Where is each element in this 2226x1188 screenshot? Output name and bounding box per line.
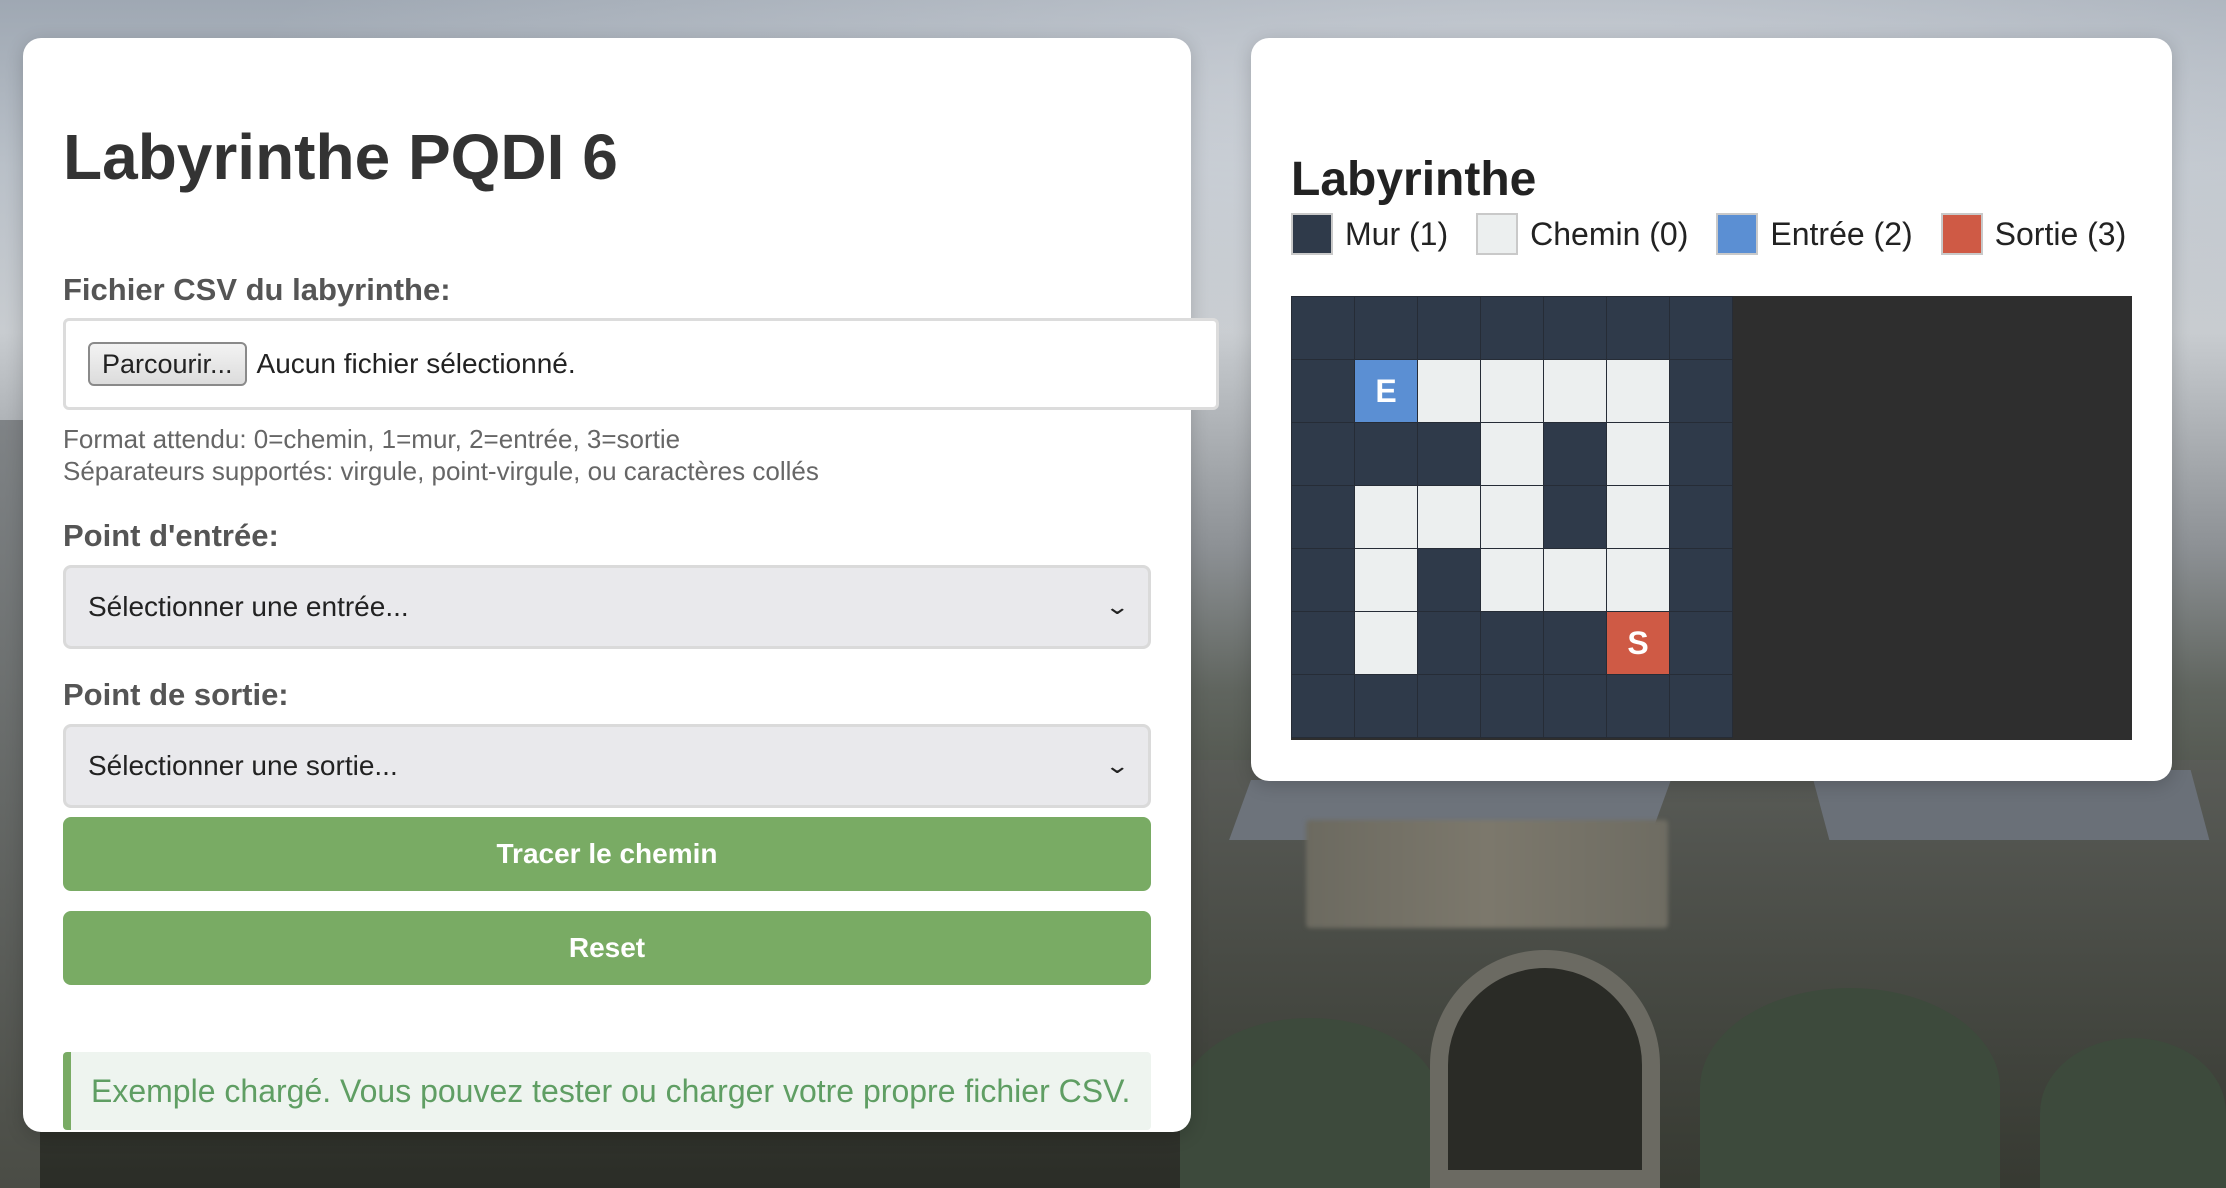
maze-cell-wall bbox=[1292, 675, 1354, 737]
trace-path-button[interactable]: Tracer le chemin bbox=[63, 817, 1151, 891]
maze-cell-wall bbox=[1292, 486, 1354, 548]
maze-cell-path bbox=[1607, 549, 1669, 611]
background-hedge bbox=[1180, 1018, 1440, 1188]
chevron-down-icon: ⌄ bbox=[1103, 753, 1130, 778]
maze-cell-wall bbox=[1481, 675, 1543, 737]
chevron-down-icon: ⌄ bbox=[1103, 594, 1130, 619]
exit-label: Point de sortie: bbox=[63, 677, 289, 712]
maze-panel: Labyrinthe Mur (1) Chemin (0) Entrée (2)… bbox=[1251, 38, 2172, 781]
maze-cell-wall bbox=[1292, 360, 1354, 422]
separator-hint: Séparateurs supportés: virgule, point-vi… bbox=[63, 456, 819, 486]
maze-cell-wall bbox=[1481, 612, 1543, 674]
path-swatch bbox=[1476, 213, 1519, 255]
exit-swatch bbox=[1940, 213, 1983, 255]
maze-cell-path bbox=[1481, 423, 1543, 485]
legend: Mur (1) Chemin (0) Entrée (2) Sortie (3) bbox=[1291, 213, 2126, 255]
browse-button[interactable]: Parcourir... bbox=[88, 342, 247, 386]
maze-cell-wall bbox=[1418, 549, 1480, 611]
maze-cell-path bbox=[1607, 423, 1669, 485]
maze-cell-path bbox=[1481, 486, 1543, 548]
maze-cell-path bbox=[1418, 486, 1480, 548]
maze-cell-path bbox=[1355, 612, 1417, 674]
maze-cell-wall bbox=[1418, 612, 1480, 674]
maze-grid: ES bbox=[1291, 296, 1733, 738]
maze-cell-wall bbox=[1544, 675, 1606, 737]
maze-cell-wall bbox=[1418, 297, 1480, 359]
maze-cell-wall bbox=[1355, 675, 1417, 737]
maze-cell-wall bbox=[1670, 549, 1732, 611]
legend-item-entry: Entrée (2) bbox=[1716, 213, 1913, 255]
maze-cell-path bbox=[1544, 360, 1606, 422]
legend-label: Chemin (0) bbox=[1530, 215, 1689, 252]
maze-cell-wall bbox=[1292, 297, 1354, 359]
maze-cell-wall bbox=[1355, 423, 1417, 485]
background-hedge bbox=[2040, 1038, 2226, 1188]
maze-cell-path bbox=[1418, 360, 1480, 422]
maze-cell-wall bbox=[1670, 675, 1732, 737]
maze-cell-path bbox=[1544, 549, 1606, 611]
maze-cell-path bbox=[1355, 486, 1417, 548]
entry-select-value: Sélectionner une entrée... bbox=[88, 591, 409, 622]
maze-cell-wall bbox=[1292, 549, 1354, 611]
file-label: Fichier CSV du labyrinthe: bbox=[63, 272, 451, 307]
maze-cell-entry: E bbox=[1355, 360, 1417, 422]
maze-cell-wall bbox=[1670, 486, 1732, 548]
blurred-region bbox=[1306, 820, 1668, 928]
maze-title: Labyrinthe bbox=[1291, 153, 1537, 206]
maze-cell-wall bbox=[1607, 675, 1669, 737]
maze-cell-wall bbox=[1355, 297, 1417, 359]
exit-select-value: Sélectionner une sortie... bbox=[88, 750, 398, 781]
maze-cell-wall bbox=[1544, 423, 1606, 485]
file-input[interactable]: Parcourir... Aucun fichier sélectionné. bbox=[63, 318, 1219, 410]
entry-swatch bbox=[1716, 213, 1759, 255]
maze-cell-wall bbox=[1670, 360, 1732, 422]
legend-item-exit: Sortie (3) bbox=[1940, 213, 2127, 255]
entry-label: Point d'entrée: bbox=[63, 518, 279, 553]
maze-cell-wall bbox=[1481, 297, 1543, 359]
reset-button[interactable]: Reset bbox=[63, 911, 1151, 985]
maze-canvas: ES bbox=[1291, 296, 2132, 740]
maze-cell-wall bbox=[1292, 612, 1354, 674]
format-hint: Format attendu: 0=chemin, 1=mur, 2=entré… bbox=[63, 424, 681, 454]
legend-item-path: Chemin (0) bbox=[1476, 213, 1688, 255]
maze-cell-wall bbox=[1418, 675, 1480, 737]
maze-cell-exit: S bbox=[1607, 612, 1669, 674]
maze-cell-path bbox=[1607, 486, 1669, 548]
status-message: Exemple chargé. Vous pouvez tester ou ch… bbox=[63, 1052, 1151, 1130]
maze-cell-wall bbox=[1607, 297, 1669, 359]
legend-label: Sortie (3) bbox=[1994, 215, 2127, 252]
background-hedge bbox=[1700, 988, 2000, 1188]
maze-cell-wall bbox=[1670, 423, 1732, 485]
maze-cell-path bbox=[1355, 549, 1417, 611]
maze-cell-path bbox=[1481, 360, 1543, 422]
controls-panel: Labyrinthe PQDI 6 Fichier CSV du labyrin… bbox=[23, 38, 1219, 1132]
maze-cell-path bbox=[1607, 360, 1669, 422]
exit-select[interactable]: Sélectionner une sortie... ⌄ bbox=[63, 724, 1151, 808]
maze-cell-path bbox=[1481, 549, 1543, 611]
wall-swatch bbox=[1291, 213, 1333, 255]
page-title: Labyrinthe PQDI 6 bbox=[63, 121, 618, 193]
maze-cell-wall bbox=[1544, 612, 1606, 674]
maze-cell-wall bbox=[1418, 423, 1480, 485]
maze-cell-wall bbox=[1292, 423, 1354, 485]
maze-cell-wall bbox=[1670, 612, 1732, 674]
file-status: Aucun fichier sélectionné. bbox=[256, 348, 576, 379]
maze-cell-wall bbox=[1544, 297, 1606, 359]
legend-label: Entrée (2) bbox=[1770, 215, 1913, 252]
maze-cell-wall bbox=[1670, 297, 1732, 359]
background-arch bbox=[1430, 950, 1660, 1188]
legend-item-wall: Mur (1) bbox=[1291, 213, 1448, 255]
entry-select[interactable]: Sélectionner une entrée... ⌄ bbox=[63, 565, 1151, 649]
maze-cell-wall bbox=[1544, 486, 1606, 548]
legend-label: Mur (1) bbox=[1345, 215, 1449, 252]
